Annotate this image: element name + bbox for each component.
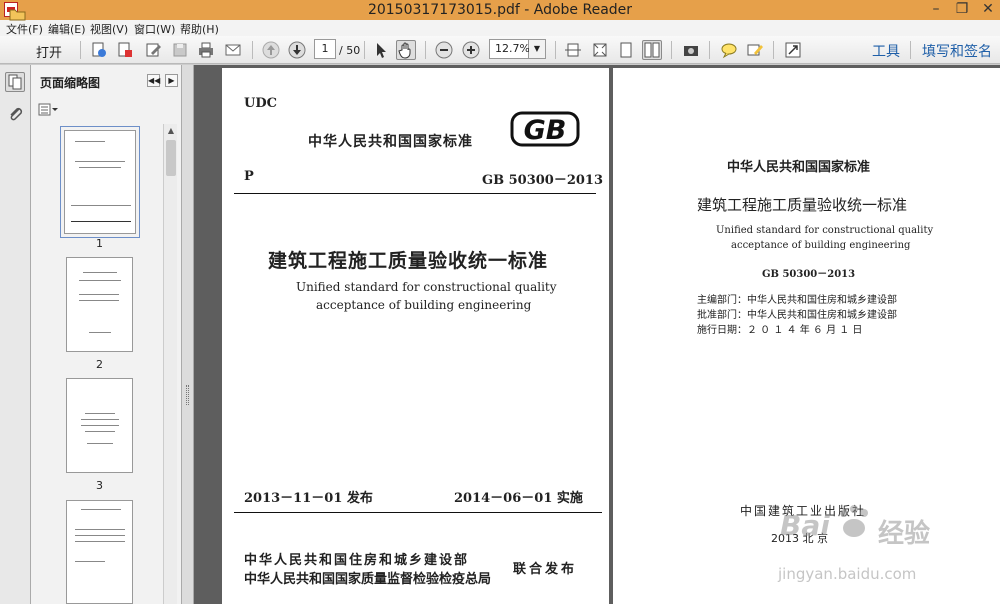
save-icon[interactable] [170, 40, 190, 60]
panel-splitter[interactable] [181, 65, 194, 604]
scroll-up-icon[interactable]: ▲ [164, 124, 178, 138]
toolbar-separator [555, 41, 556, 59]
attachments-paperclip-icon[interactable] [5, 104, 25, 124]
toolbar-separator [773, 41, 774, 59]
toolbar-separator [709, 41, 710, 59]
panel-next-icon[interactable]: ▶ [165, 74, 178, 87]
page2-national-standard: 中华人民共和国国家标准 [727, 160, 871, 175]
snapshot-camera-icon[interactable] [681, 40, 701, 60]
maximize-button[interactable]: ❐ [950, 0, 974, 20]
create-pdf-icon[interactable] [89, 40, 109, 60]
menu-view[interactable]: 视图(V) [90, 21, 128, 37]
close-button[interactable]: ✕ [976, 0, 1000, 20]
page-thumbnail-1[interactable] [60, 126, 140, 238]
menu-help[interactable]: 帮助(H) [180, 21, 219, 37]
comment-bubble-icon[interactable] [719, 40, 739, 60]
toolbar-separator [425, 41, 426, 59]
watermark-brand: Bai [780, 509, 830, 542]
thumbnails-panel-title: 页面缩略图 [40, 76, 101, 90]
page-thumbnail-3[interactable] [66, 378, 133, 473]
standard-code: GB 50300－2013 [482, 173, 604, 188]
page2-title-en-line-1: Unified standard for constructional qual… [716, 225, 934, 236]
toolbar-separator [364, 41, 365, 59]
zoom-in-icon[interactable] [461, 40, 481, 60]
issuer-ministry-housing: 中华人民共和国住房和城乡建设部 [244, 553, 470, 568]
next-page-icon[interactable] [287, 40, 307, 60]
title-bar: 20150317173015.pdf - Adobe Reader – ❐ ✕ [0, 0, 1000, 20]
fit-page-icon[interactable] [590, 40, 610, 60]
watermark-url: jingyan.baidu.com [778, 565, 917, 583]
gb-logo-text: GB [524, 115, 567, 146]
toolbar-separator [252, 41, 253, 59]
standard-title-cn: 建筑工程施工质量验收统一标准 [268, 250, 549, 272]
minimize-button[interactable]: – [924, 0, 948, 20]
highlight-pen-icon[interactable] [745, 40, 765, 60]
paw-icon [840, 505, 868, 537]
watermark-brand-cn: 经验 [878, 519, 931, 549]
zoom-out-icon[interactable] [434, 40, 454, 60]
page2-title-cn: 建筑工程施工质量验收统一标准 [697, 196, 908, 214]
page-total: / 50 [339, 44, 361, 57]
category-code: P [244, 169, 254, 184]
zoom-dropdown-chevron-icon[interactable]: ▼ [529, 39, 546, 59]
thumbnail-label-2: 2 [96, 358, 103, 371]
joint-release-label: 联合发布 [513, 562, 578, 577]
thumbnail-label-3: 3 [96, 479, 103, 492]
zoom-level-input[interactable]: 12.7% [489, 39, 530, 59]
menu-bar: 文件(F) 编辑(E) 视图(V) 窗口(W) 帮助(H) [0, 20, 1000, 36]
page-thumbnails-icon[interactable] [5, 72, 25, 92]
issue-date: 2013－11－01 发布 [244, 491, 373, 506]
thumbnail-label-1: 1 [96, 237, 103, 250]
expand-fullscreen-icon[interactable] [783, 40, 803, 60]
previous-page-icon[interactable] [261, 40, 281, 60]
page2-approver-department: 批准部门：中华人民共和国住房和城乡建设部 [697, 310, 897, 321]
edit-pdf-icon[interactable] [143, 40, 163, 60]
open-folder-icon[interactable] [7, 4, 27, 24]
issuer-quality-supervision: 中华人民共和国国家质量监督检验检疫总局 [244, 572, 492, 587]
page-number-input[interactable]: 1 [314, 39, 336, 59]
print-icon[interactable] [196, 40, 216, 60]
email-icon[interactable] [223, 40, 243, 60]
thumbnail-options-icon[interactable] [38, 103, 58, 117]
thumbnails-scrollbar[interactable]: ▲ [163, 124, 177, 604]
page-thumbnail-2[interactable] [66, 257, 133, 352]
fill-and-sign-link[interactable]: 填写和签名 [922, 41, 992, 61]
effective-date: 2014－06－01 实施 [454, 491, 583, 506]
select-cursor-icon[interactable] [371, 40, 391, 60]
page2-standard-code: GB 50300－2013 [762, 269, 856, 280]
scrollbar-thumb[interactable] [166, 140, 176, 176]
page2-effective-date: 施行日期：２ ０ １ ４ 年 ６ 月 １ 日 [697, 325, 863, 336]
hand-tool-icon[interactable] [396, 40, 416, 60]
toolbar-separator [910, 41, 911, 59]
tools-pane-link[interactable]: 工具 [872, 41, 900, 61]
udc-label: UDC [244, 96, 277, 111]
standard-title-en-line-1: Unified standard for constructional qual… [296, 280, 557, 294]
page2-editor-department: 主编部门：中华人民共和国住房和城乡建设部 [697, 295, 897, 306]
export-pdf-icon[interactable] [115, 40, 135, 60]
standard-title-en-line-2: acceptance of building engineering [316, 298, 532, 312]
toolbar-separator [80, 41, 81, 59]
fit-width-icon[interactable] [563, 40, 583, 60]
two-page-view-icon[interactable] [642, 40, 662, 60]
single-page-icon[interactable] [616, 40, 636, 60]
baidu-jingyan-watermark: Bai 经验 jingyan.baidu.com [770, 495, 1000, 595]
collapse-panel-icon[interactable]: ◀◀ [147, 74, 160, 87]
menu-edit[interactable]: 编辑(E) [48, 21, 86, 37]
toolbar-separator [671, 41, 672, 59]
window-title: 20150317173015.pdf - Adobe Reader [367, 2, 633, 18]
menu-window[interactable]: 窗口(W) [134, 21, 175, 37]
national-standard-heading: 中华人民共和国国家标准 [308, 134, 473, 150]
bottom-rule [234, 512, 602, 513]
navigation-rail [0, 65, 31, 604]
top-rule [234, 193, 596, 194]
page2-title-en-line-2: acceptance of building engineering [731, 240, 911, 251]
page-thumbnail-4[interactable] [66, 500, 133, 604]
gb-standard-logo: GB [510, 110, 580, 148]
open-button-label[interactable]: 打开 [36, 42, 62, 61]
